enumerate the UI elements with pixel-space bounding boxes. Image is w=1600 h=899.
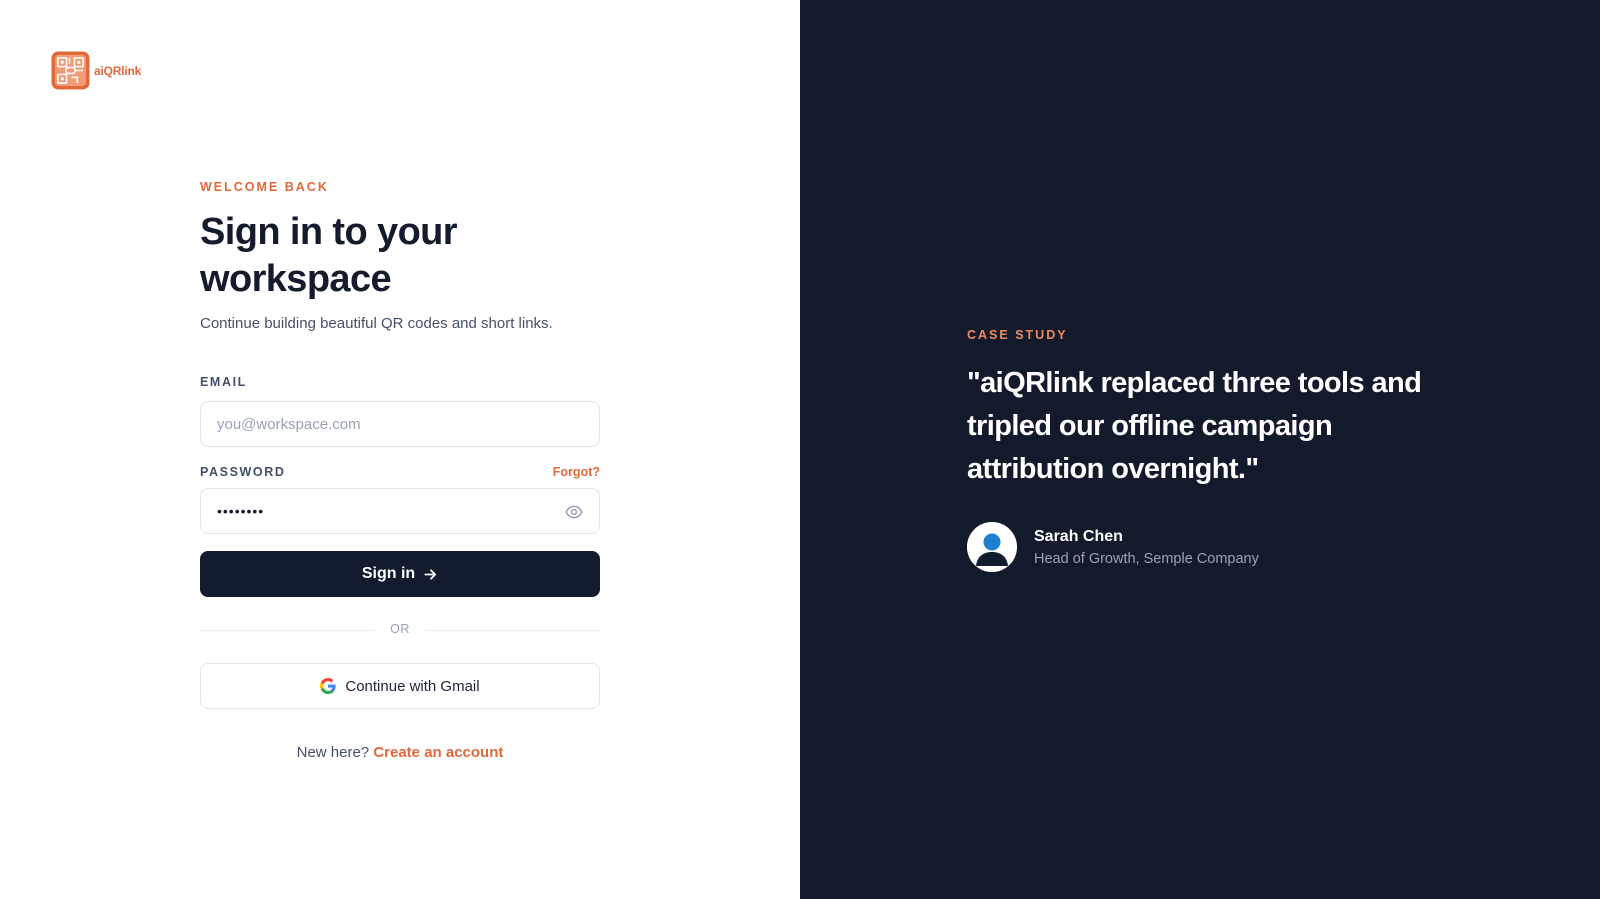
password-label: PASSWORD (200, 465, 286, 479)
password-field-wrapper (200, 488, 600, 534)
testimonial-quote: "aiQRlink replaced three tools and tripl… (967, 367, 1422, 485)
brand-name: aiQRlink (94, 63, 142, 78)
author-details: Sarah Chen Head of Growth, Semple Compan… (1034, 528, 1259, 567)
qr-logo-icon (51, 51, 90, 90)
email-label: EMAIL (200, 375, 247, 389)
divider-line-right (425, 630, 600, 631)
brand-logo[interactable]: aiQRlink (51, 51, 141, 90)
signin-button-label: Sign in (361, 565, 416, 582)
create-account-link[interactable]: Create an account (373, 744, 503, 761)
case-study-eyebrow: CASE STUDY (967, 328, 1068, 342)
page-title: Sign in to your workspace (200, 211, 458, 300)
author-name: Sarah Chen (1034, 527, 1123, 545)
arrow-right-icon (424, 568, 437, 580)
divider-label: OR (390, 622, 410, 636)
signup-prompt: New here? Create an account (200, 744, 600, 761)
welcome-eyebrow: WELCOME BACK (200, 180, 329, 194)
signup-prompt-text: New here? (296, 744, 370, 761)
login-panel: aiQRlink WELCOME BACK Sign in to your wo… (0, 0, 800, 899)
gmail-button-label: Continue with Gmail (345, 677, 480, 695)
page-subtitle: Continue building beautiful QR codes and… (200, 315, 553, 332)
signin-button[interactable]: Sign in (200, 551, 600, 597)
testimonial-author: Sarah Chen Head of Growth, Semple Compan… (967, 522, 1259, 572)
continue-with-gmail-button[interactable]: Continue with Gmail (200, 663, 600, 709)
user-avatar-icon (967, 522, 1017, 572)
or-divider: OR (200, 622, 600, 638)
author-role: Head of Growth, Semple Company (1034, 550, 1259, 567)
google-g-icon (320, 678, 337, 694)
email-field-wrapper (200, 401, 600, 447)
forgot-password-link[interactable]: Forgot? (553, 465, 600, 479)
eye-icon[interactable] (565, 503, 583, 521)
password-field[interactable] (217, 503, 583, 519)
email-field[interactable] (217, 415, 583, 433)
